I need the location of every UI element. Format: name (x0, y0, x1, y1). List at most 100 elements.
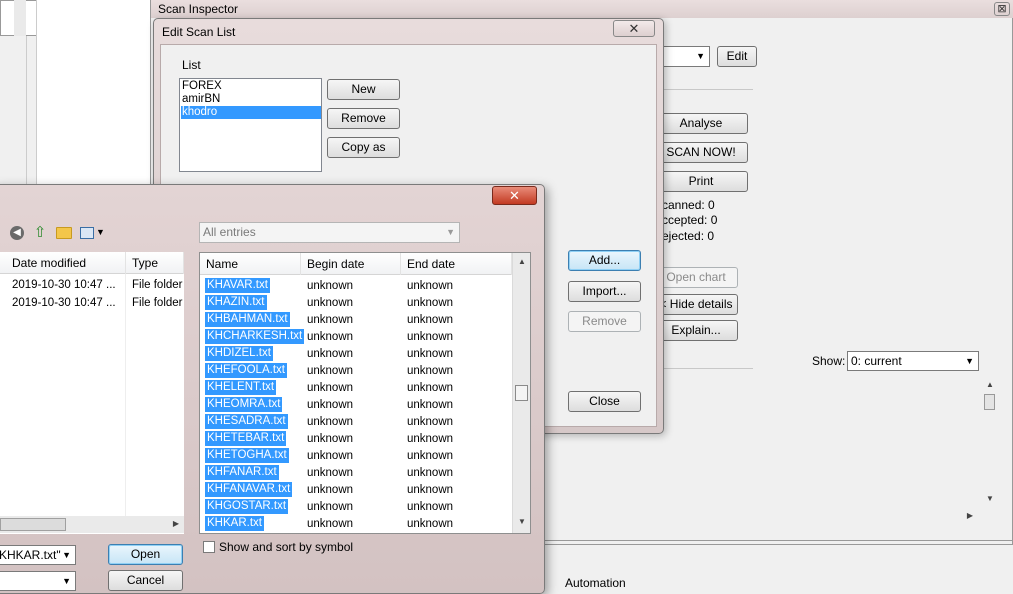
details-horizontal-scrollbar[interactable]: ▶ (545, 509, 983, 523)
symbol-end-date-cell: unknown (407, 467, 454, 479)
symbol-list-scrollbar[interactable]: ▲ ▼ (512, 253, 530, 533)
view-menu-icon[interactable] (80, 227, 94, 239)
symbol-begin-date-cell: unknown (307, 382, 354, 394)
remove-list-button[interactable]: Remove (327, 108, 400, 129)
filetype-combo[interactable]: ▼ (0, 571, 76, 591)
symbol-begin-date-cell: unknown (307, 314, 354, 326)
file-dialog-close-button[interactable]: ✕ (492, 186, 537, 205)
list-label: List (182, 58, 201, 72)
scroll-up-icon[interactable]: ▲ (983, 380, 997, 389)
symbol-begin-date-cell: unknown (307, 450, 354, 462)
symbol-end-date-cell: unknown (407, 365, 454, 377)
show-select-value: 0: current (851, 354, 902, 368)
symbol-name-cell[interactable]: KHGOSTAR.txt (205, 499, 289, 514)
left-divider (26, 36, 27, 186)
symbol-name-cell[interactable]: KHCHARKESH.txt (205, 329, 305, 344)
symbol-name-cell[interactable]: KHEFOOLA.txt (205, 363, 287, 378)
symbol-name-cell[interactable]: KHESADRA.txt (205, 414, 288, 429)
chevron-down-icon: ▼ (446, 227, 455, 237)
edit-button[interactable]: Edit (717, 46, 757, 67)
show-label: Show: (812, 354, 846, 368)
open-chart-button[interactable]: Open chart (654, 267, 738, 288)
edit-scan-list-close-button[interactable]: ✕ (613, 20, 655, 37)
scrollbar-thumb[interactable] (515, 385, 528, 401)
scan-now-button[interactable]: SCAN NOW! (654, 142, 748, 163)
column-header-end-date[interactable]: End date (401, 253, 512, 275)
list-item[interactable]: FOREX (182, 80, 319, 93)
scan-inspector-close-button[interactable]: ⊠ (994, 2, 1010, 16)
list-item-selected[interactable]: khodro (181, 106, 321, 119)
symbol-name-cell[interactable]: KHEOMRA.txt (205, 397, 283, 412)
column-header-date-modified[interactable]: Date modified (6, 252, 126, 274)
column-header-begin-date[interactable]: Begin date (301, 253, 401, 275)
scroll-right-icon[interactable]: ▶ (963, 511, 977, 520)
column-header-name[interactable]: Name (200, 253, 301, 275)
remove-symbol-button[interactable]: Remove (568, 311, 641, 332)
filename-combo[interactable]: KHKAR.txt" ▼ (0, 545, 76, 565)
symbol-name-cell[interactable]: KHETOGHA.txt (205, 448, 289, 463)
entries-filter-combo[interactable]: All entries ▼ (199, 222, 460, 243)
symbol-name-cell[interactable]: KHBAHMAN.txt (205, 312, 290, 327)
file-pane-header: Date modified Type (0, 252, 184, 274)
scroll-up-icon[interactable]: ▲ (513, 257, 531, 266)
open-button[interactable]: Open (108, 544, 183, 565)
symbol-begin-date-cell: unknown (307, 467, 354, 479)
rejected-count: ejected: 0 (662, 229, 715, 243)
close-button[interactable]: Close (568, 391, 641, 412)
chevron-down-icon: ▼ (696, 51, 705, 61)
file-row-date: 2019-10-30 10:47 ... (12, 279, 116, 291)
list-item[interactable]: amirBN (182, 93, 319, 106)
symbol-name-cell[interactable]: KHAZIN.txt (205, 295, 267, 310)
print-button[interactable]: Print (654, 171, 748, 192)
scan-lists-listbox[interactable]: FOREX amirBN khodro (179, 78, 322, 172)
scan-inspector-title: Scan Inspector (158, 2, 239, 16)
scan-inspector-list-combo[interactable]: ▼ (660, 46, 710, 67)
symbol-end-date-cell: unknown (407, 280, 454, 292)
show-select[interactable]: 0: current ▼ (847, 351, 979, 371)
symbol-end-date-cell: unknown (407, 518, 454, 530)
symbol-name-cell[interactable]: KHAVAR.txt (205, 278, 270, 293)
file-row-type: File folder (132, 279, 183, 291)
scroll-right-icon[interactable]: ▶ (170, 519, 182, 528)
scrollbar-thumb[interactable] (0, 518, 66, 531)
symbol-name-cell[interactable]: KHDIZEL.txt (205, 346, 273, 361)
symbol-name-cell[interactable]: KHFANAR.txt (205, 465, 279, 480)
symbol-end-date-cell: unknown (407, 501, 454, 513)
show-sort-checkbox[interactable] (203, 541, 215, 553)
symbol-name-cell[interactable]: KHELENT.txt (205, 380, 277, 395)
add-button[interactable]: Add... (568, 250, 641, 271)
scrollbar-thumb[interactable] (984, 394, 995, 410)
new-folder-icon[interactable] (56, 227, 72, 239)
left-top-scroll[interactable] (14, 0, 26, 36)
symbol-begin-date-cell: unknown (307, 501, 354, 513)
hide-details-button[interactable]: < Hide details (654, 294, 738, 315)
symbol-end-date-cell: unknown (407, 484, 454, 496)
symbol-begin-date-cell: unknown (307, 433, 354, 445)
symbol-end-date-cell: unknown (407, 314, 454, 326)
scroll-down-icon[interactable]: ▼ (513, 517, 531, 526)
view-menu-chevron-icon[interactable]: ▼ (96, 227, 105, 237)
back-icon[interactable]: ◀ (10, 226, 24, 240)
symbol-name-cell[interactable]: KHETEBAR.txt (205, 431, 287, 446)
column-header-type[interactable]: Type (126, 252, 184, 274)
import-button[interactable]: Import... (568, 281, 641, 302)
analyse-button[interactable]: Analyse (654, 113, 748, 134)
symbol-name-cell[interactable]: KHKAR.txt (205, 516, 264, 531)
symbol-name-cell[interactable]: KHFANAVAR.txt (205, 482, 293, 497)
details-vertical-scrollbar[interactable]: ▲ ▼ (983, 380, 997, 506)
new-list-button[interactable]: New (327, 79, 400, 100)
explain-button[interactable]: Explain... (654, 320, 738, 341)
up-folder-icon[interactable]: ⇧ (32, 225, 48, 241)
symbol-end-date-cell: unknown (407, 399, 454, 411)
scroll-down-icon[interactable]: ▼ (983, 494, 997, 503)
automation-tab[interactable]: Automation (565, 576, 626, 590)
copy-as-button[interactable]: Copy as (327, 137, 400, 158)
filename-value: KHKAR.txt" (0, 548, 61, 562)
scan-inspector-titlebar (151, 0, 1013, 18)
edit-scan-list-title: Edit Scan List (162, 25, 236, 39)
symbol-begin-date-cell: unknown (307, 348, 354, 360)
file-pane-hscroll[interactable]: ▶ (0, 516, 184, 533)
symbol-begin-date-cell: unknown (307, 484, 354, 496)
cancel-button[interactable]: Cancel (108, 570, 183, 591)
left-white-strip (36, 0, 151, 190)
